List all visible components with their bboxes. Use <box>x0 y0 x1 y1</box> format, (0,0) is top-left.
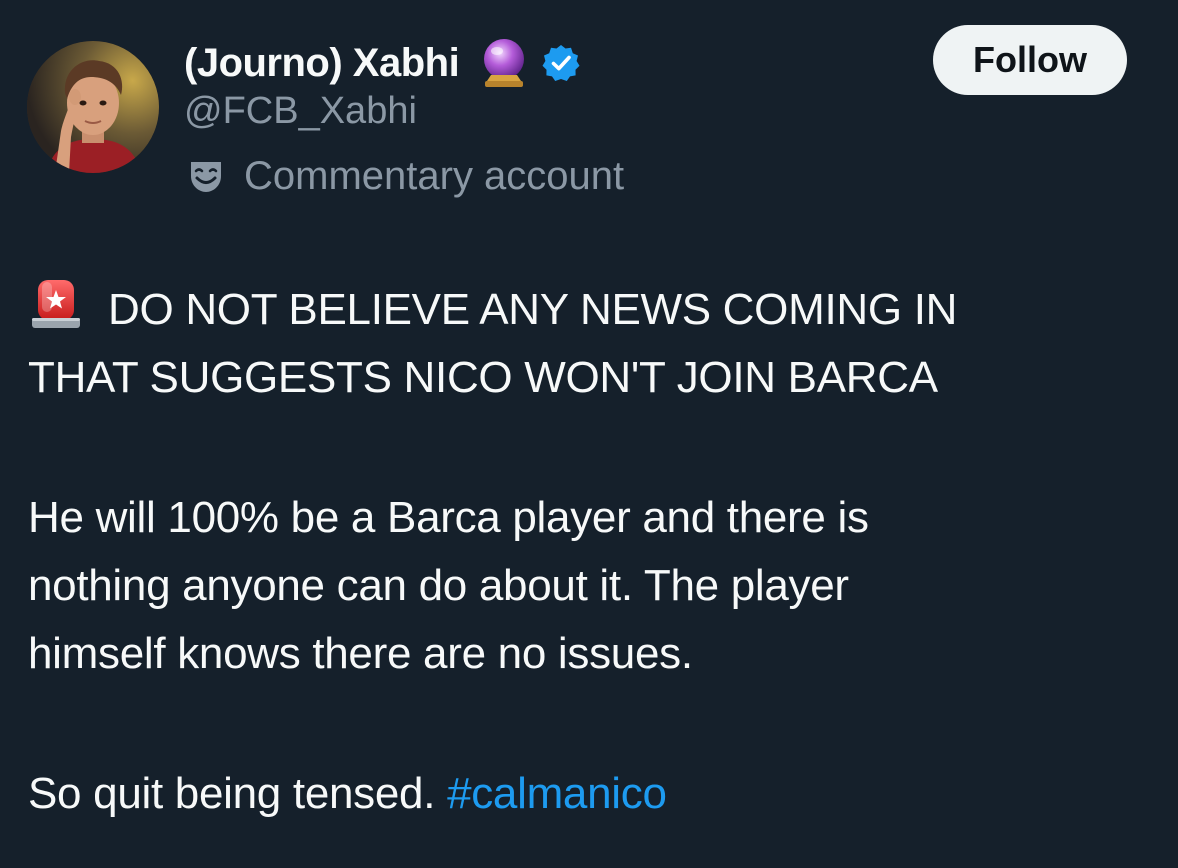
author-handle[interactable]: @FCB_Xabhi <box>184 90 417 133</box>
tweet-paragraph3: So quit being tensed. #calmanico <box>28 760 1148 828</box>
crystal-ball-icon <box>481 37 527 89</box>
theater-mask-icon <box>188 158 224 194</box>
tweet-paragraph2-line2: nothing anyone can do about it. The play… <box>28 561 849 610</box>
account-label-row: Commentary account <box>188 150 624 202</box>
avatar[interactable] <box>27 41 159 173</box>
avatar-image <box>27 41 159 173</box>
display-name[interactable]: (Journo) Xabhi <box>184 41 460 86</box>
tweet-line-1: DO NOT BELIEVE ANY NEWS COMING IN <box>108 285 958 334</box>
tweet-paragraph3-text: So quit being tensed. <box>28 769 436 818</box>
tweet-line-2: THAT SUGGESTS NICO WON'T JOIN BARCA <box>28 353 938 402</box>
siren-icon <box>28 276 84 332</box>
tweet-paragraph2-line1: He will 100% be a Barca player and there… <box>28 493 869 542</box>
tweet-body: DO NOT BELIEVE ANY NEWS COMING IN THAT S… <box>28 276 1148 828</box>
tweet-line: DO NOT BELIEVE ANY NEWS COMING IN <box>28 276 1148 344</box>
hashtag-link[interactable]: #calmanico <box>447 769 667 818</box>
tweet-paragraph2-line3: himself knows there are no issues. <box>28 629 693 678</box>
author-name-row: (Journo) Xabhi <box>184 36 581 90</box>
commentary-account-label: Commentary account <box>244 153 625 198</box>
verified-badge-icon[interactable] <box>541 43 581 83</box>
follow-button[interactable]: Follow <box>933 25 1127 95</box>
